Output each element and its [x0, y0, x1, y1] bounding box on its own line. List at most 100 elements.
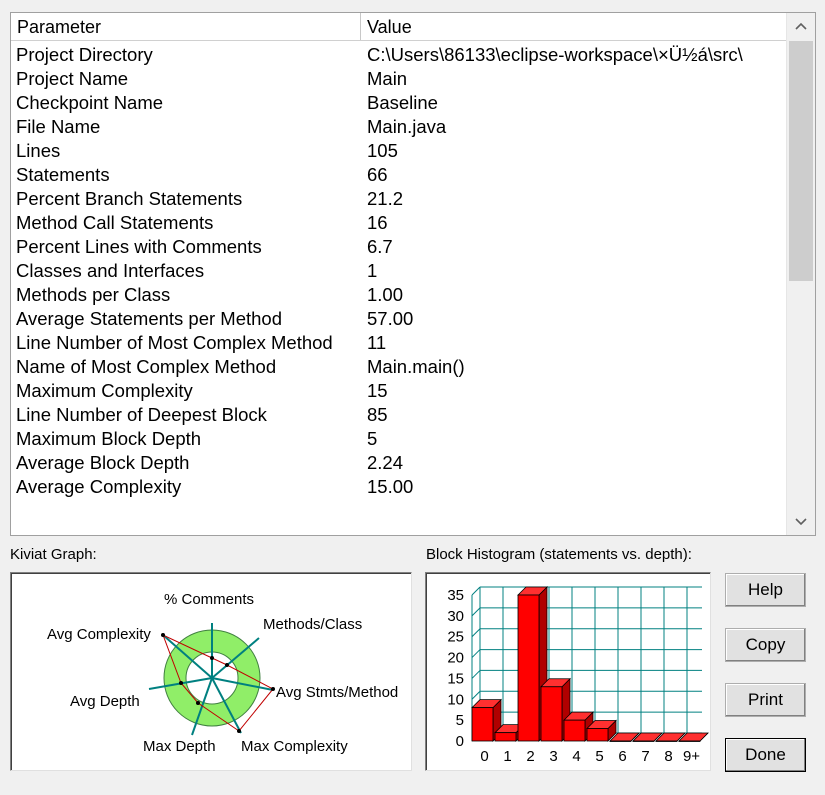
y-tick-label: 30: [447, 608, 464, 625]
parameter-cell: Lines: [16, 140, 61, 161]
x-tick-label: 7: [641, 748, 649, 765]
value-cell: Main.java: [367, 116, 447, 137]
histogram-bar: [517, 594, 540, 742]
value-cell: 21.2: [367, 188, 404, 209]
value-cell: Main: [367, 68, 408, 89]
x-tick-label: 0: [480, 748, 488, 765]
kiviat-label: Kiviat Graph:: [10, 546, 97, 563]
table-row[interactable]: Classes and Interfaces 1: [11, 259, 788, 283]
grid-line: [471, 586, 481, 596]
value-cell: Baseline: [367, 92, 438, 113]
value-cell: 105: [367, 140, 398, 161]
table-row[interactable]: Percent Lines with Comments 6.7: [11, 235, 788, 259]
parameter-cell: Classes and Interfaces: [16, 260, 205, 281]
table-row[interactable]: Maximum Complexity 15: [11, 379, 788, 403]
value-cell: 1.00: [367, 284, 404, 305]
column-header-parameter[interactable]: Parameter: [11, 13, 361, 40]
vertical-scrollbar[interactable]: [786, 13, 815, 535]
value-cell: C:\Users\86133\eclipse-workspace\×Ü½á\sr…: [367, 44, 743, 65]
value-cell: 1: [367, 260, 378, 281]
table-row[interactable]: Methods per Class 1.00: [11, 283, 788, 307]
parameter-cell: Line Number of Most Complex Method: [16, 332, 333, 353]
grid-line: [471, 670, 481, 679]
y-tick-label: 20: [447, 650, 464, 667]
table-row[interactable]: Project Directory C:\Users\86133\eclipse-…: [11, 43, 788, 67]
table-row[interactable]: Name of Most Complex Method Main.main(): [11, 355, 788, 379]
parameter-cell: Percent Lines with Comments: [16, 236, 262, 257]
table-row[interactable]: Method Call Statements 16: [11, 211, 788, 235]
value-cell: 15: [367, 380, 388, 401]
histogram-bar: [563, 719, 586, 742]
histogram-bar: [632, 740, 655, 742]
value-cell: 15.00: [367, 476, 414, 497]
table-row[interactable]: Line Number of Most Complex Method 11: [11, 331, 788, 355]
x-tick-label: 1: [503, 748, 511, 765]
x-tick-label: 3: [549, 748, 557, 765]
x-tick-label: 8: [664, 748, 672, 765]
done-button[interactable]: Done: [725, 738, 806, 772]
parameter-cell: Name of Most Complex Method: [16, 356, 277, 377]
print-button[interactable]: Print: [725, 683, 806, 717]
histogram-label: Block Histogram (statements vs. depth):: [426, 546, 692, 563]
histogram-bar: [678, 740, 701, 742]
kiviat-graph: % Comments Methods/Class Avg Stmts/Metho…: [47, 591, 398, 755]
metrics-table[interactable]: Parameter Value Project Directory C:\User…: [10, 12, 816, 536]
y-tick-label: 5: [456, 712, 464, 729]
scroll-down-icon[interactable]: [787, 509, 815, 535]
grid-line: [471, 690, 481, 700]
table-row[interactable]: Statements 66: [11, 163, 788, 187]
table-row[interactable]: Average Block Depth 2.24: [11, 451, 788, 475]
histogram-panel: 0 5 10 15 20 25 30 35 0 1 2 3 4 5 6 7 8 9+: [425, 572, 711, 771]
x-tick-label: 4: [572, 748, 580, 765]
parameter-cell: Average Block Depth: [16, 452, 190, 473]
table-body: Project Directory C:\Users\86133\eclipse-…: [11, 43, 788, 499]
table-row[interactable]: Line Number of Deepest Block 85: [11, 403, 788, 427]
parameter-cell: Percent Branch Statements: [16, 188, 243, 209]
table-row[interactable]: File Name Main.java: [11, 115, 788, 139]
grid-line: [471, 628, 481, 638]
table-row[interactable]: Checkpoint Name Baseline: [11, 91, 788, 115]
copy-button[interactable]: Copy: [725, 628, 806, 662]
table-row[interactable]: Percent Branch Statements 21.2: [11, 187, 788, 211]
histogram-bar: [655, 740, 678, 742]
table-row[interactable]: Lines 105: [11, 139, 788, 163]
y-tick-label: 0: [456, 733, 464, 750]
histogram-bar: [586, 728, 609, 742]
parameter-cell: Average Complexity: [16, 476, 182, 497]
block-histogram: 051015202530350 1 2 3 4 5 6 7 8 9+: [447, 586, 709, 765]
value-cell: 85: [367, 404, 388, 425]
value-cell: 57.00: [367, 308, 414, 329]
histogram-bar: [494, 732, 517, 742]
table-row[interactable]: Project Name Main: [11, 67, 788, 91]
y-tick-label: 15: [447, 670, 464, 687]
table-row[interactable]: Average Statements per Method 57.00: [11, 307, 788, 331]
axis-label-methods-class: Methods/Class: [263, 616, 362, 633]
parameter-cell: Project Name: [16, 68, 129, 89]
y-tick-label: 10: [447, 691, 464, 708]
table-row[interactable]: Maximum Block Depth 5: [11, 427, 788, 451]
grid-line: [471, 607, 481, 617]
scroll-up-icon[interactable]: [787, 13, 815, 39]
parameter-cell: Method Call Statements: [16, 212, 214, 233]
help-button[interactable]: Help: [725, 573, 806, 607]
parameter-cell: Project Directory: [16, 44, 153, 65]
axis-label-avg-stmts-method: Avg Stmts/Method: [276, 684, 398, 701]
value-cell: 16: [367, 212, 388, 233]
histogram-bar: [540, 686, 563, 742]
value-cell: 6.7: [367, 236, 393, 257]
grid-line: [471, 649, 481, 658]
x-tick-label: 9+: [683, 748, 700, 765]
histogram-bar: [471, 707, 494, 742]
parameter-cell: File Name: [16, 116, 101, 137]
x-tick-label: 5: [595, 748, 603, 765]
column-header-value[interactable]: Value: [361, 13, 788, 40]
table-row[interactable]: Average Complexity 15.00: [11, 475, 788, 499]
parameter-cell: Line Number of Deepest Block: [16, 404, 267, 425]
parameter-cell: Maximum Complexity: [16, 380, 193, 401]
parameter-cell: Methods per Class: [16, 284, 171, 305]
x-tick-label: 2: [526, 748, 534, 765]
value-cell: 2.24: [367, 452, 404, 473]
axis-label-max-complexity: Max Complexity: [241, 738, 348, 755]
y-tick-label: 25: [447, 629, 464, 646]
scrollbar-thumb[interactable]: [789, 41, 813, 281]
